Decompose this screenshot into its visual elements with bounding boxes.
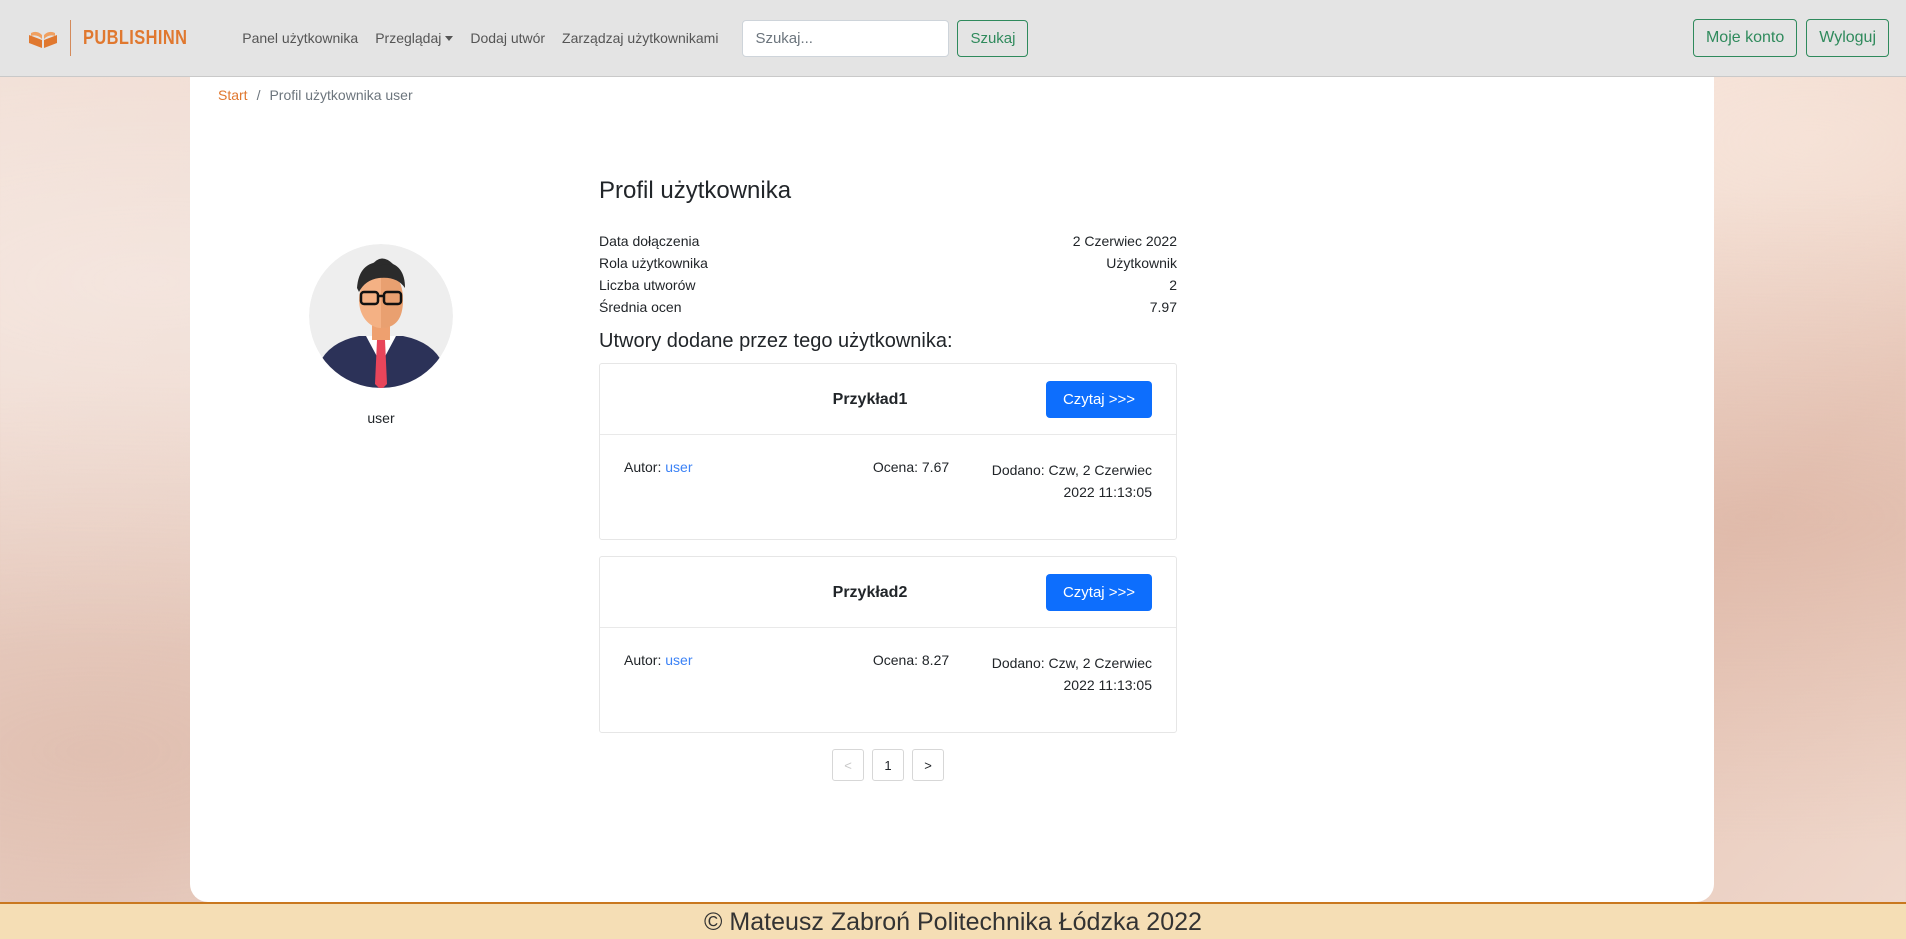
read-button[interactable]: Czytaj >>> — [1046, 574, 1152, 611]
info-value: 2 — [1169, 277, 1177, 293]
caret-down-icon — [445, 36, 454, 41]
breadcrumb-home-link[interactable]: Start — [218, 87, 248, 103]
profile-info-table: Data dołączenia 2 Czerwiec 2022 Rola uży… — [599, 230, 1177, 318]
footer-text: © Mateusz Zabroń Politechnika Łódzka 202… — [704, 908, 1202, 936]
author-link[interactable]: user — [665, 652, 692, 668]
pagination: < 1 > — [599, 749, 1177, 781]
work-author: Autor: user — [624, 459, 692, 475]
info-value: 2 Czerwiec 2022 — [1072, 233, 1177, 249]
logout-button[interactable]: Wyloguj — [1806, 19, 1889, 57]
work-added-date: Dodano: Czw, 2 Czerwiec 2022 11:13:05 — [991, 462, 1152, 500]
work-author: Autor: user — [624, 652, 692, 668]
work-title: Przykład1 — [832, 391, 908, 408]
next-page-button[interactable]: > — [912, 749, 944, 781]
brand-divider — [70, 20, 71, 56]
work-card-header: Przykład2 Czytaj >>> — [600, 557, 1176, 628]
work-card-body: Autor: user Ocena: 8.27 Dodano: Czw, 2 C… — [600, 628, 1176, 732]
nav-link-panel[interactable]: Panel użytkownika — [242, 30, 358, 46]
info-row-join-date: Data dołączenia 2 Czerwiec 2022 — [599, 230, 1177, 252]
nav-links: Panel użytkownika Przeglądaj Dodaj utwór… — [235, 30, 718, 46]
breadcrumb-separator: / — [256, 87, 261, 103]
work-title: Przykład2 — [832, 584, 908, 601]
work-card-body: Autor: user Ocena: 7.67 Dodano: Czw, 2 C… — [600, 435, 1176, 539]
work-card: Przykład1 Czytaj >>> Autor: user Ocena: … — [599, 363, 1177, 540]
author-label: Autor: — [624, 459, 662, 475]
avatar — [309, 244, 453, 388]
nav-link-browse-label: Przeglądaj — [375, 30, 442, 46]
search-button[interactable]: Szukaj — [957, 19, 1029, 57]
info-value: Użytkownik — [1106, 255, 1177, 271]
search-input[interactable] — [742, 19, 950, 57]
work-added-date: Dodano: Czw, 2 Czerwiec 2022 11:13:05 — [991, 655, 1152, 693]
top-navbar: PUBLISHINN Panel użytkownika Przeglądaj … — [0, 0, 1906, 77]
read-button[interactable]: Czytaj >>> — [1046, 381, 1152, 418]
my-account-button[interactable]: Moje konto — [1692, 19, 1798, 57]
author-label: Autor: — [624, 652, 662, 668]
nav-link-browse-dropdown[interactable]: Przeglądaj — [375, 30, 454, 46]
brand-name: PUBLISHINN — [83, 26, 188, 49]
info-label: Rola użytkownika — [599, 255, 708, 271]
info-row-role: Rola użytkownika Użytkownik — [599, 252, 1177, 274]
account-actions: Moje konto Wyloguj — [1692, 19, 1889, 57]
footer: © Mateusz Zabroń Politechnika Łódzka 202… — [0, 902, 1906, 939]
prev-page-button[interactable]: < — [832, 749, 864, 781]
main-content-card: Start / Profil użytkownika user user Profi… — [190, 77, 1714, 902]
breadcrumb: Start / Profil użytkownika user — [218, 87, 413, 103]
works-heading: Utwory dodane przez tego użytkownika: — [599, 330, 953, 352]
page-number-button[interactable]: 1 — [872, 749, 904, 781]
page-title: Profil użytkownika — [599, 177, 792, 204]
work-card: Przykład2 Czytaj >>> Autor: user Ocena: … — [599, 556, 1177, 733]
breadcrumb-current: Profil użytkownika user — [269, 87, 413, 103]
info-row-average-rating: Średnia ocen 7.97 — [599, 296, 1177, 318]
nav-link-add-work[interactable]: Dodaj utwór — [470, 30, 545, 46]
info-label: Data dołączenia — [599, 233, 700, 249]
profile-section: Profil użytkownika Data dołączenia 2 Cze… — [599, 177, 1177, 781]
info-row-works-count: Liczba utworów 2 — [599, 274, 1177, 296]
info-label: Średnia ocen — [599, 299, 682, 315]
avatar-column: user — [309, 244, 453, 426]
info-label: Liczba utworów — [599, 277, 696, 293]
brand[interactable]: PUBLISHINN — [28, 18, 210, 58]
work-card-header: Przykład1 Czytaj >>> — [600, 364, 1176, 435]
work-rating: Ocena: 7.67 — [872, 459, 950, 475]
author-link[interactable]: user — [665, 459, 692, 475]
info-value: 7.97 — [1149, 299, 1177, 315]
profile-username: user — [367, 410, 395, 426]
open-book-icon — [29, 31, 57, 48]
nav-link-manage-users[interactable]: Zarządzaj użytkownikami — [562, 30, 718, 46]
work-rating: Ocena: 8.27 — [872, 652, 950, 668]
